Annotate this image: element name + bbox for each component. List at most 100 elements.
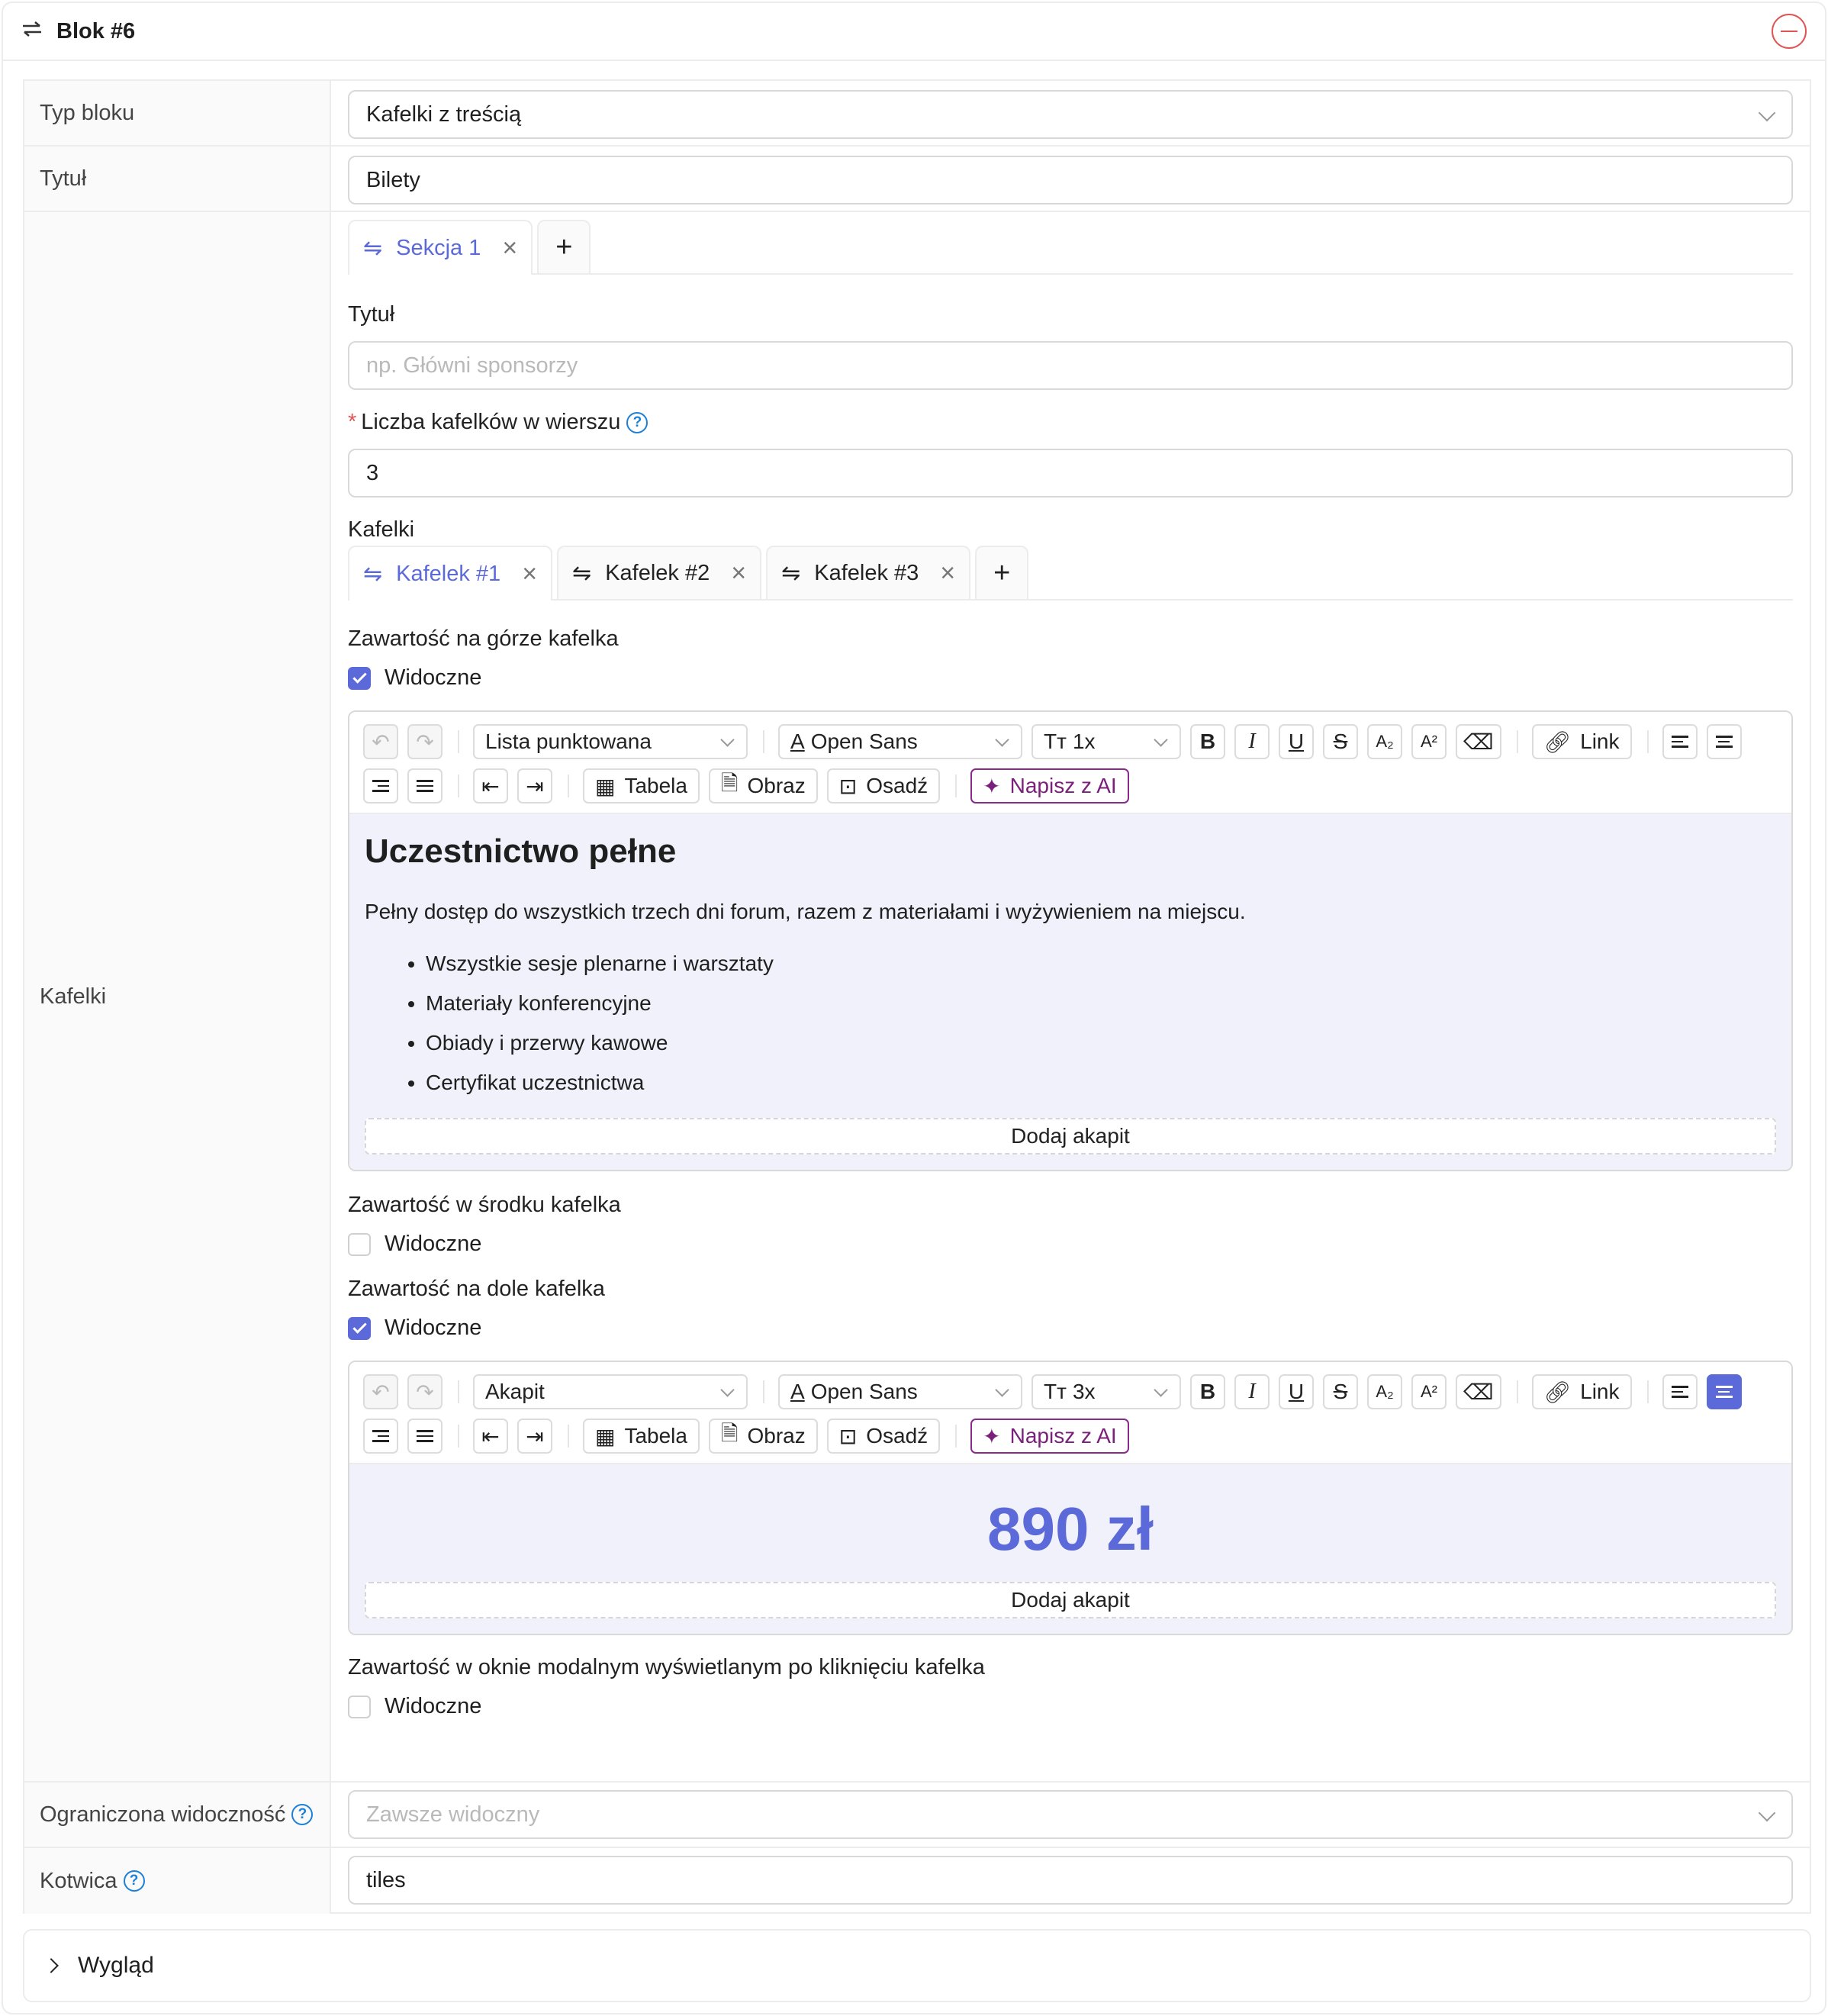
add-section-button[interactable]: + xyxy=(537,220,591,273)
indent-icon[interactable]: ⇥ xyxy=(517,1419,552,1454)
clear-format-icon[interactable]: ⌫ xyxy=(1456,724,1501,759)
tiles-label: Kafelki xyxy=(348,517,415,542)
underline-icon[interactable]: U xyxy=(1279,1374,1314,1409)
typ-bloku-value: Kafelki z treścią xyxy=(366,101,522,127)
checkbox-label: Widoczne xyxy=(385,1232,482,1256)
checkbox[interactable] xyxy=(348,1232,371,1256)
appearance-collapse[interactable]: Wygląd xyxy=(23,1929,1811,2002)
editor-content[interactable]: Uczestnictwo pełne Pełny dostęp do wszys… xyxy=(349,814,1791,1170)
embed-icon: ⊡ xyxy=(838,1424,858,1448)
tab-kafelek-2[interactable]: ⇋ Kafelek #2 × xyxy=(557,546,762,599)
middle-visible-checkbox[interactable]: Widoczne xyxy=(348,1232,1793,1257)
help-icon[interactable]: ? xyxy=(123,1870,145,1892)
font-icon: A xyxy=(790,1380,805,1403)
checkbox-label: Widoczne xyxy=(385,1694,482,1718)
tytul-input[interactable]: Bilety xyxy=(348,156,1793,204)
underline-icon[interactable]: U xyxy=(1279,724,1314,759)
swap-icon[interactable] xyxy=(21,19,43,43)
visibility-select[interactable]: Zawsze widoczny xyxy=(348,1790,1793,1839)
typ-bloku-select[interactable]: Kafelki z treścią xyxy=(348,90,1793,139)
help-icon[interactable]: ? xyxy=(291,1804,314,1825)
count-input[interactable]: 3 xyxy=(348,449,1793,498)
superscript-icon[interactable]: A² xyxy=(1411,1374,1447,1409)
link-icon: 🔗︎ xyxy=(1543,729,1572,754)
bold-icon[interactable]: B xyxy=(1190,1374,1225,1409)
section-title-input[interactable]: np. Główni sponsorzy xyxy=(348,341,1793,390)
subscript-icon[interactable]: A₂ xyxy=(1367,1374,1402,1409)
swap-icon[interactable]: ⇋ xyxy=(572,560,591,587)
add-paragraph-button[interactable]: Dodaj akapit xyxy=(365,1118,1776,1155)
embed-icon: ⊡ xyxy=(838,774,858,798)
outdent-icon[interactable]: ⇤ xyxy=(473,1419,508,1454)
font-select[interactable]: A Open Sans xyxy=(778,1374,1022,1409)
checkbox[interactable] xyxy=(348,666,371,690)
size-select[interactable]: Tт 1x xyxy=(1031,724,1181,759)
italic-icon[interactable]: I xyxy=(1234,1374,1270,1409)
clear-format-icon[interactable]: ⌫ xyxy=(1456,1374,1501,1409)
block-style-select[interactable]: Akapit xyxy=(473,1374,748,1409)
align-center-icon[interactable] xyxy=(1706,724,1742,759)
align-right-icon[interactable] xyxy=(363,1419,398,1454)
checkbox[interactable] xyxy=(348,1316,371,1340)
swap-icon[interactable]: ⇋ xyxy=(781,560,800,587)
align-left-icon[interactable] xyxy=(1662,1374,1698,1409)
help-icon[interactable]: ? xyxy=(626,412,648,434)
redo-icon[interactable]: ↷ xyxy=(407,1374,443,1409)
add-paragraph-button[interactable]: Dodaj akapit xyxy=(365,1582,1776,1618)
checkbox[interactable] xyxy=(348,1695,371,1718)
align-center-icon[interactable] xyxy=(1706,1374,1742,1409)
italic-icon[interactable]: I xyxy=(1234,724,1270,759)
image-button[interactable]: 🗎︎ Obraz xyxy=(708,768,818,804)
block-form: Typ bloku Kafelki z treścią Tytuł Bilety… xyxy=(23,79,1811,1914)
embed-button[interactable]: ⊡ Osadź xyxy=(826,1419,941,1454)
indent-icon[interactable]: ⇥ xyxy=(517,768,552,804)
table-button[interactable]: ▦ Tabela xyxy=(583,1419,700,1454)
swap-icon[interactable]: ⇋ xyxy=(363,235,382,262)
tab-label: Kafelek #3 xyxy=(814,560,919,585)
label-ograniczona-widocznosc: Ograniczona widoczność? xyxy=(24,1783,331,1847)
undo-icon[interactable]: ↶ xyxy=(363,1374,398,1409)
redo-icon[interactable]: ↷ xyxy=(407,724,443,759)
undo-icon[interactable]: ↶ xyxy=(363,724,398,759)
editor-bottom: ↶ ↷ Akapit AOpen Sans Tт3x B I U S A₂ xyxy=(348,1361,1793,1635)
section-title-placeholder: np. Główni sponsorzy xyxy=(366,353,578,378)
image-button[interactable]: 🗎︎ Obraz xyxy=(708,1419,818,1454)
chevron-down-icon xyxy=(1758,104,1776,122)
top-visible-checkbox[interactable]: Widoczne xyxy=(348,665,1793,691)
bold-icon[interactable]: B xyxy=(1190,724,1225,759)
table-button[interactable]: ▦ Tabela xyxy=(583,768,700,804)
align-left-icon[interactable] xyxy=(1662,724,1698,759)
editor-content[interactable]: 890 zł Dodaj akapit xyxy=(349,1464,1791,1634)
modal-content-label: Zawartość w oknie modalnym wyświetlanym … xyxy=(348,1655,985,1679)
subscript-icon[interactable]: A₂ xyxy=(1367,724,1402,759)
align-right-icon[interactable] xyxy=(363,768,398,804)
link-button[interactable]: 🔗︎ Link xyxy=(1531,724,1632,759)
ai-button[interactable]: ✦ Napisz z AI xyxy=(970,768,1129,804)
close-icon[interactable]: × xyxy=(522,559,537,589)
anchor-input[interactable]: tiles xyxy=(348,1856,1793,1905)
modal-visible-checkbox[interactable]: Widoczne xyxy=(348,1694,1793,1719)
block-style-select[interactable]: Lista punktowana xyxy=(473,724,748,759)
font-select[interactable]: A Open Sans xyxy=(778,724,1022,759)
align-justify-icon[interactable] xyxy=(407,768,443,804)
superscript-icon[interactable]: A² xyxy=(1411,724,1447,759)
tab-kafelek-3[interactable]: ⇋ Kafelek #3 × xyxy=(766,546,971,599)
close-icon[interactable]: × xyxy=(940,559,955,588)
outdent-icon[interactable]: ⇤ xyxy=(473,768,508,804)
bottom-visible-checkbox[interactable]: Widoczne xyxy=(348,1316,1793,1341)
align-justify-icon[interactable] xyxy=(407,1419,443,1454)
ai-button[interactable]: ✦ Napisz z AI xyxy=(970,1419,1129,1454)
swap-icon[interactable]: ⇋ xyxy=(363,561,382,588)
tab-kafelek-1[interactable]: ⇋ Kafelek #1 × xyxy=(348,546,553,601)
strikethrough-icon[interactable]: S xyxy=(1323,724,1358,759)
tab-sekcja-1[interactable]: ⇋ Sekcja 1 × xyxy=(348,220,533,275)
minus-circle-icon[interactable] xyxy=(1772,14,1807,49)
size-select[interactable]: Tт 3x xyxy=(1031,1374,1181,1409)
close-icon[interactable]: × xyxy=(502,233,517,263)
tab-label: Kafelek #2 xyxy=(605,560,710,585)
embed-button[interactable]: ⊡ Osadź xyxy=(826,768,941,804)
strikethrough-icon[interactable]: S xyxy=(1323,1374,1358,1409)
link-button[interactable]: 🔗︎ Link xyxy=(1531,1374,1632,1409)
close-icon[interactable]: × xyxy=(731,559,746,588)
add-tile-button[interactable]: + xyxy=(975,546,1029,599)
